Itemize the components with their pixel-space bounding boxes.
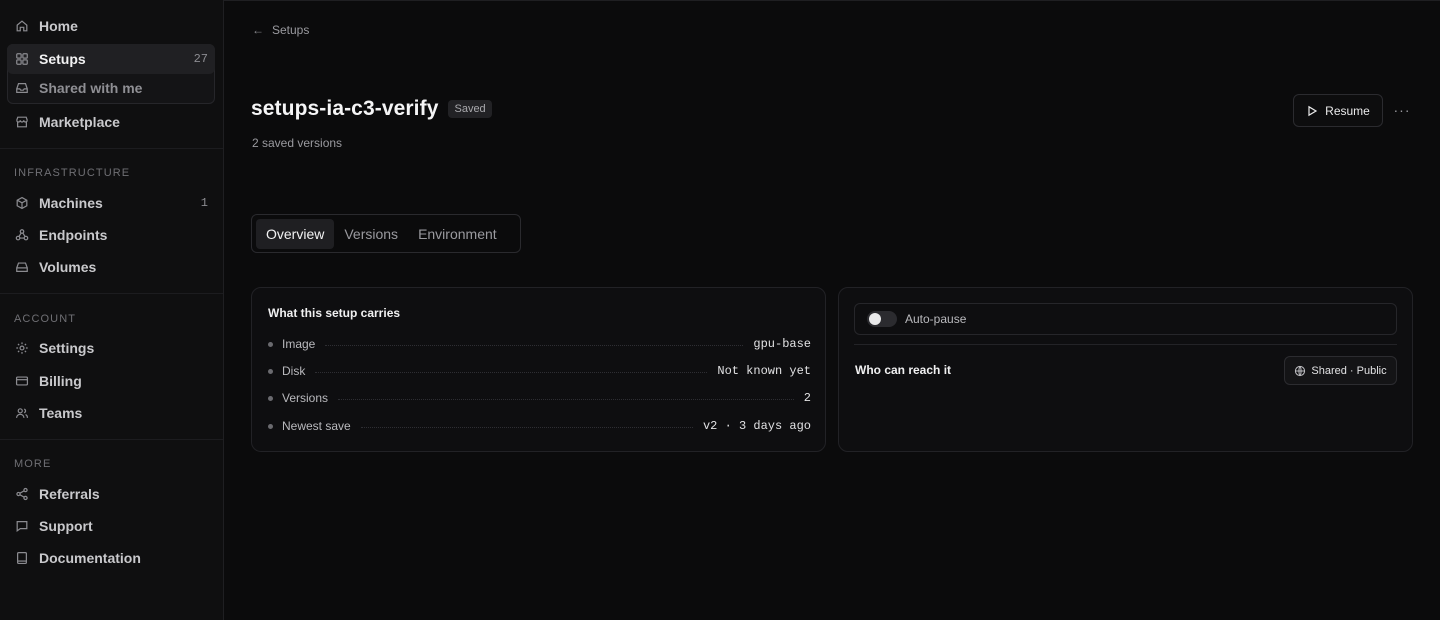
sidebar-item-label: Documentation (39, 550, 141, 566)
sidebar-item-label: Billing (39, 373, 82, 389)
dotted-leader (360, 426, 693, 428)
sidebar-item-home[interactable]: Home (7, 11, 215, 41)
share-visibility-button[interactable]: Shared · Public (1284, 356, 1397, 385)
kv-row-image: Image gpu-base (268, 336, 811, 352)
page-title: setups-ia-c3-verify (251, 97, 439, 120)
kv-row-versions: Versions 2 (268, 390, 811, 406)
sidebar-item-label: Home (39, 18, 78, 34)
tab-versions[interactable]: Versions (334, 219, 408, 249)
sidebar-item-machines[interactable]: Machines 1 (7, 188, 215, 218)
sidebar-item-label: Teams (39, 405, 83, 421)
globe-icon (1294, 365, 1306, 377)
setups-count: 27 (193, 52, 208, 66)
kv-value: 2 (803, 391, 811, 405)
share-label: Shared · Public (1311, 364, 1387, 377)
inbox-icon (14, 80, 30, 96)
kv-value: v2 · 3 days ago (702, 419, 811, 433)
tab-overview[interactable]: Overview (256, 218, 335, 249)
main-content: ← Setups setups-ia-c3-verify Saved 2 sav… (224, 0, 1440, 620)
breadcrumb-label: Setups (272, 23, 310, 37)
machines-count: 1 (200, 196, 208, 210)
sidebar-item-volumes[interactable]: Volumes (7, 252, 215, 282)
kv-key: Newest save (282, 419, 351, 433)
title-row: setups-ia-c3-verify Saved (251, 97, 492, 121)
kv-key: Disk (282, 364, 306, 378)
dotted-leader (315, 371, 708, 373)
section-label-account: ACCOUNT (14, 313, 77, 325)
sidebar-divider (0, 293, 223, 294)
more-options-button[interactable]: ··· (1392, 100, 1412, 120)
toggle-knob (869, 313, 881, 325)
sidebar-item-label: Referrals (39, 486, 100, 502)
book-icon (14, 550, 30, 566)
status-badge: Saved (448, 100, 492, 118)
sidebar-item-shared-with-me[interactable]: Shared with me (7, 73, 215, 103)
sidebar-item-billing[interactable]: Billing (7, 366, 215, 396)
webhook-icon (14, 227, 30, 243)
chat-icon (14, 518, 30, 534)
grid-icon (14, 51, 30, 67)
section-label-more: MORE (14, 458, 52, 470)
page-subtitle: 2 saved versions (252, 136, 343, 150)
breadcrumb[interactable]: ← Setups (252, 23, 309, 37)
sidebar-item-label: Marketplace (39, 114, 120, 130)
auto-pause-toggle[interactable] (867, 311, 897, 327)
card-title: What this setup carries (268, 306, 401, 320)
bullet (268, 368, 273, 374)
sidebar-item-referrals[interactable]: Referrals (7, 479, 215, 509)
tab-environment[interactable]: Environment (408, 219, 507, 249)
play-icon (1306, 105, 1318, 117)
kv-key: Versions (282, 391, 329, 405)
share-icon (14, 486, 30, 502)
arrow-left-icon: ← (252, 23, 264, 37)
drive-icon (14, 259, 30, 275)
sidebar-item-setups[interactable]: Setups 27 (7, 44, 215, 74)
sidebar-item-label: Shared with me (39, 80, 143, 96)
sidebar-item-settings[interactable]: Settings (7, 333, 215, 363)
sidebar-divider (0, 148, 223, 149)
setup-carries-card: What this setup carries Image gpu-base D… (251, 287, 826, 452)
auto-pause-row[interactable]: Auto-pause (854, 303, 1397, 335)
sidebar-item-label: Setups (39, 51, 86, 67)
ellipsis-icon: ··· (1393, 102, 1411, 118)
bullet (268, 395, 273, 401)
sidebar-item-label: Endpoints (39, 227, 108, 243)
card-divider (854, 344, 1397, 345)
bullet (268, 423, 273, 429)
kv-value: Not known yet (717, 364, 811, 378)
sidebar-item-label: Volumes (39, 259, 97, 275)
sidebar-item-teams[interactable]: Teams (7, 398, 215, 428)
bullet (268, 341, 273, 347)
sidebar-item-label: Support (39, 518, 93, 534)
sidebar-item-marketplace[interactable]: Marketplace (7, 107, 215, 137)
access-card: Auto-pause Who can reach it Shared · Pub… (838, 287, 1413, 452)
home-icon (14, 18, 30, 34)
dotted-leader (338, 398, 794, 400)
sidebar-item-endpoints[interactable]: Endpoints (7, 220, 215, 250)
sidebar: Home Setups 27 Shared with me Marketplac… (0, 0, 224, 620)
kv-key: Image (282, 337, 316, 351)
sidebar-item-label: Settings (39, 340, 95, 356)
sidebar-item-documentation[interactable]: Documentation (7, 543, 215, 573)
resume-button[interactable]: Resume (1293, 94, 1383, 127)
kv-row-disk: Disk Not known yet (268, 363, 811, 379)
cube-icon (14, 195, 30, 211)
kv-value: gpu-base (753, 337, 811, 351)
sidebar-item-support[interactable]: Support (7, 511, 215, 541)
dotted-leader (325, 344, 744, 346)
reach-label: Who can reach it (855, 363, 952, 377)
gear-icon (14, 340, 30, 356)
store-icon (14, 114, 30, 130)
card-icon (14, 373, 30, 389)
tab-bar: Overview Versions Environment (251, 214, 521, 253)
users-icon (14, 405, 30, 421)
sidebar-divider (0, 439, 223, 440)
sidebar-item-label: Machines (39, 195, 103, 211)
section-label-infrastructure: INFRASTRUCTURE (14, 167, 131, 179)
kv-row-newest-save: Newest save v2 · 3 days ago (268, 418, 811, 434)
auto-pause-label: Auto-pause (905, 312, 967, 326)
resume-label: Resume (1325, 103, 1370, 118)
